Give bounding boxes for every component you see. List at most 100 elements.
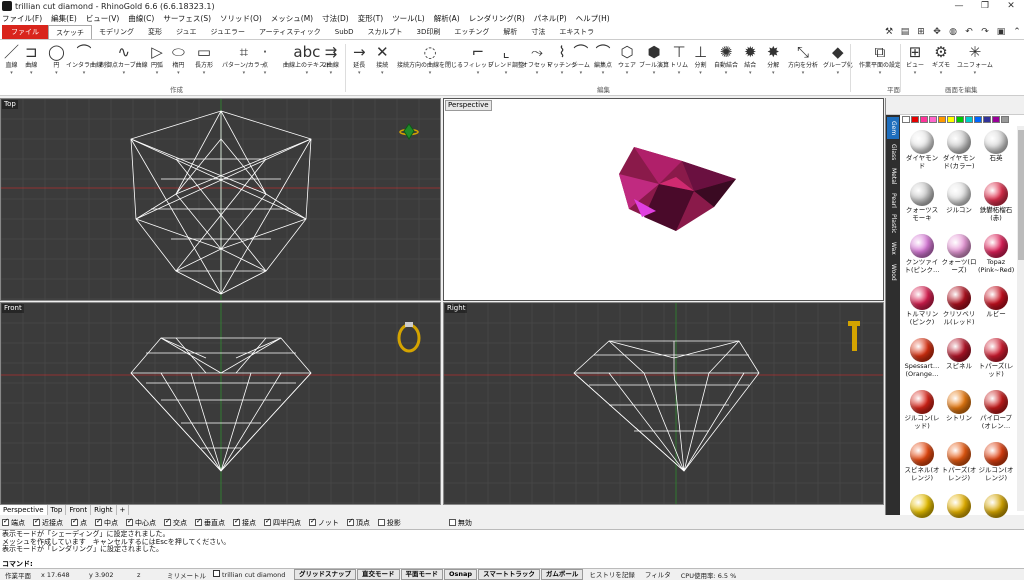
chevron-down-icon[interactable]: ▾: [222, 70, 266, 76]
gem-material-tile[interactable]: [941, 494, 977, 519]
osnap-option[interactable]: 交点: [164, 517, 187, 528]
color-swatch[interactable]: [956, 116, 964, 123]
ribbon-tab[interactable]: SubD: [328, 25, 361, 39]
ribbon-tool-button[interactable]: ∿ 制御点カーブ曲線 ▾: [100, 42, 148, 76]
current-layer[interactable]: trillian cut diamond: [208, 570, 294, 579]
color-swatch[interactable]: [920, 116, 928, 123]
viewport-tab[interactable]: Right: [91, 505, 117, 515]
ribbon-tool-button[interactable]: → 延長 ▾: [353, 42, 366, 76]
ribbon-tool-button[interactable]: ⌞ ブレンド調整 ▾: [488, 42, 524, 76]
minimize-button[interactable]: —: [946, 0, 972, 12]
globe-icon[interactable]: ◍: [946, 27, 960, 37]
gem-material-tile[interactable]: 鉄礬柘榴石(赤): [978, 182, 1014, 222]
osnap-option[interactable]: 四半円点: [264, 517, 301, 528]
close-button[interactable]: ✕: [998, 0, 1024, 12]
osnap-checkbox[interactable]: [71, 517, 78, 526]
gem-material-tile[interactable]: Topaz (Pink~Red): [978, 234, 1014, 274]
gem-material-tile[interactable]: ジルコン(レッド): [904, 390, 940, 430]
chevron-down-icon[interactable]: ▾: [25, 70, 38, 76]
ribbon-tab[interactable]: 3D印刷: [410, 25, 448, 39]
status-toggle-button[interactable]: 直交モード: [357, 569, 400, 580]
viewport-top[interactable]: Top: [0, 98, 441, 301]
redo-icon[interactable]: ↷: [978, 27, 992, 37]
menu-item[interactable]: 解析(A): [434, 13, 460, 24]
ribbon-tool-button[interactable]: ◌ 接続方向の曲線を閉じる ▾: [397, 42, 463, 76]
command-prompt[interactable]: コマンド:: [0, 560, 1024, 568]
chevron-down-icon[interactable]: ▾: [66, 70, 102, 76]
osnap-checkbox[interactable]: [95, 517, 102, 526]
gem-material-tile[interactable]: ダイヤモンド: [904, 130, 940, 170]
viewport-tab[interactable]: +: [117, 505, 130, 515]
ribbon-tool-button[interactable]: ⌒ 編集点 ▾: [594, 42, 612, 76]
ribbon-tab[interactable]: ファイル: [2, 24, 48, 39]
chevron-down-icon[interactable]: ▾: [195, 70, 213, 76]
status-toggle-button[interactable]: 平面モード: [400, 569, 443, 580]
ribbon-tool-button[interactable]: ⊥ 分割 ▾: [694, 42, 707, 76]
gem-material-tile[interactable]: シトリン: [941, 390, 977, 423]
menu-item[interactable]: パネル(P): [534, 13, 567, 24]
ribbon-tool-button[interactable]: ✸ 分解 ▾: [767, 42, 780, 76]
ribbon-tab[interactable]: エキストラ: [552, 25, 601, 39]
ribbon-tab[interactable]: 変形: [141, 25, 169, 39]
chevron-down-icon[interactable]: ▾: [767, 70, 780, 76]
ribbon-tab[interactable]: ジュエ: [169, 25, 204, 39]
chevron-down-icon[interactable]: ▾: [823, 70, 853, 76]
status-toggle-button[interactable]: スマートトラック: [478, 569, 540, 580]
material-category-tab[interactable]: Wood: [887, 261, 899, 283]
ribbon-tool-button[interactable]: ✳ ユニフォーム ▾: [957, 42, 993, 76]
ribbon-tool-button[interactable]: ▭ 長方形 ▾: [195, 42, 213, 76]
chevron-down-icon[interactable]: ▾: [262, 70, 268, 76]
ribbon-tool-button[interactable]: ✹ 結合 ▾: [744, 42, 757, 76]
ribbon-tool-button[interactable]: ⊞ ビュー ▾: [906, 42, 924, 76]
chevron-down-icon[interactable]: ▾: [376, 70, 389, 76]
chevron-down-icon[interactable]: ▾: [932, 70, 950, 76]
material-category-tab[interactable]: Glass: [887, 141, 899, 163]
maximize-button[interactable]: ❐: [972, 0, 998, 12]
osnap-option[interactable]: 近接点: [33, 517, 63, 528]
chevron-down-icon[interactable]: ▾: [48, 70, 65, 76]
gem-material-tile[interactable]: ルビー: [978, 286, 1014, 319]
chevron-down-icon[interactable]: ▾: [859, 70, 901, 76]
chevron-down-icon[interactable]: ▾: [488, 70, 524, 76]
gem-material-tile[interactable]: クンツァイト(ピンク…: [904, 234, 940, 274]
ribbon-tool-button[interactable]: ◯ 円 ▾: [48, 42, 65, 76]
ribbon-tab[interactable]: 解析: [496, 25, 524, 39]
material-category-tab[interactable]: Plastic: [887, 213, 899, 235]
chevron-down-icon[interactable]: ▾: [594, 70, 612, 76]
material-scrollbar[interactable]: [1017, 126, 1024, 511]
osnap-option[interactable]: 投影: [377, 518, 401, 528]
ribbon-tool-button[interactable]: ⬭ 楕円 ▾: [172, 42, 185, 76]
gem-material-tile[interactable]: スピネル: [941, 338, 977, 371]
material-category-tab[interactable]: Wax: [887, 237, 899, 259]
chevron-down-icon[interactable]: ▾: [151, 70, 163, 76]
ribbon-tab[interactable]: スケッチ: [48, 24, 92, 39]
status-toggle-button[interactable]: ガムボール: [540, 569, 584, 580]
menu-item[interactable]: ファイル(F): [2, 13, 42, 24]
color-swatch[interactable]: [992, 116, 1000, 123]
osnap-option[interactable]: 中心点: [126, 517, 156, 528]
chevron-down-icon[interactable]: ▾: [670, 70, 688, 76]
osnap-option[interactable]: 中点: [95, 517, 118, 528]
chevron-down-icon[interactable]: ▾: [323, 70, 339, 76]
ribbon-tool-button[interactable]: ⊐ 曲線 ▾: [25, 42, 38, 76]
material-category-tab[interactable]: Gem: [887, 117, 899, 139]
material-category-tab[interactable]: Metal: [887, 165, 899, 187]
gem-material-tile[interactable]: ダイヤモンド(カラー): [941, 130, 977, 170]
menu-item[interactable]: 編集(E): [51, 13, 77, 24]
gem-material-tile[interactable]: トパーズ(レッド): [978, 338, 1014, 378]
gem-material-tile[interactable]: クリソベリル(レッド): [941, 286, 977, 326]
chevron-down-icon[interactable]: ▾: [353, 70, 366, 76]
viewport-tab[interactable]: Top: [48, 505, 67, 515]
color-swatch[interactable]: [974, 116, 982, 123]
status-toggle-button[interactable]: Osnap: [444, 569, 478, 580]
material-category-tab[interactable]: Pearl: [887, 189, 899, 211]
gem-material-tile[interactable]: トパーズ(オレンジ): [941, 442, 977, 482]
ribbon-tool-button[interactable]: ✕ 接続 ▾: [376, 42, 389, 76]
menu-item[interactable]: メッシュ(M): [271, 13, 313, 24]
menu-item[interactable]: ヘルプ(H): [576, 13, 610, 24]
gem-material-tile[interactable]: 石英: [978, 130, 1014, 163]
chevron-down-icon[interactable]: ▾: [100, 70, 148, 76]
osnap-checkbox[interactable]: [448, 519, 456, 526]
menu-item[interactable]: サーフェス(S): [163, 13, 211, 24]
osnap-checkbox[interactable]: [126, 517, 133, 526]
